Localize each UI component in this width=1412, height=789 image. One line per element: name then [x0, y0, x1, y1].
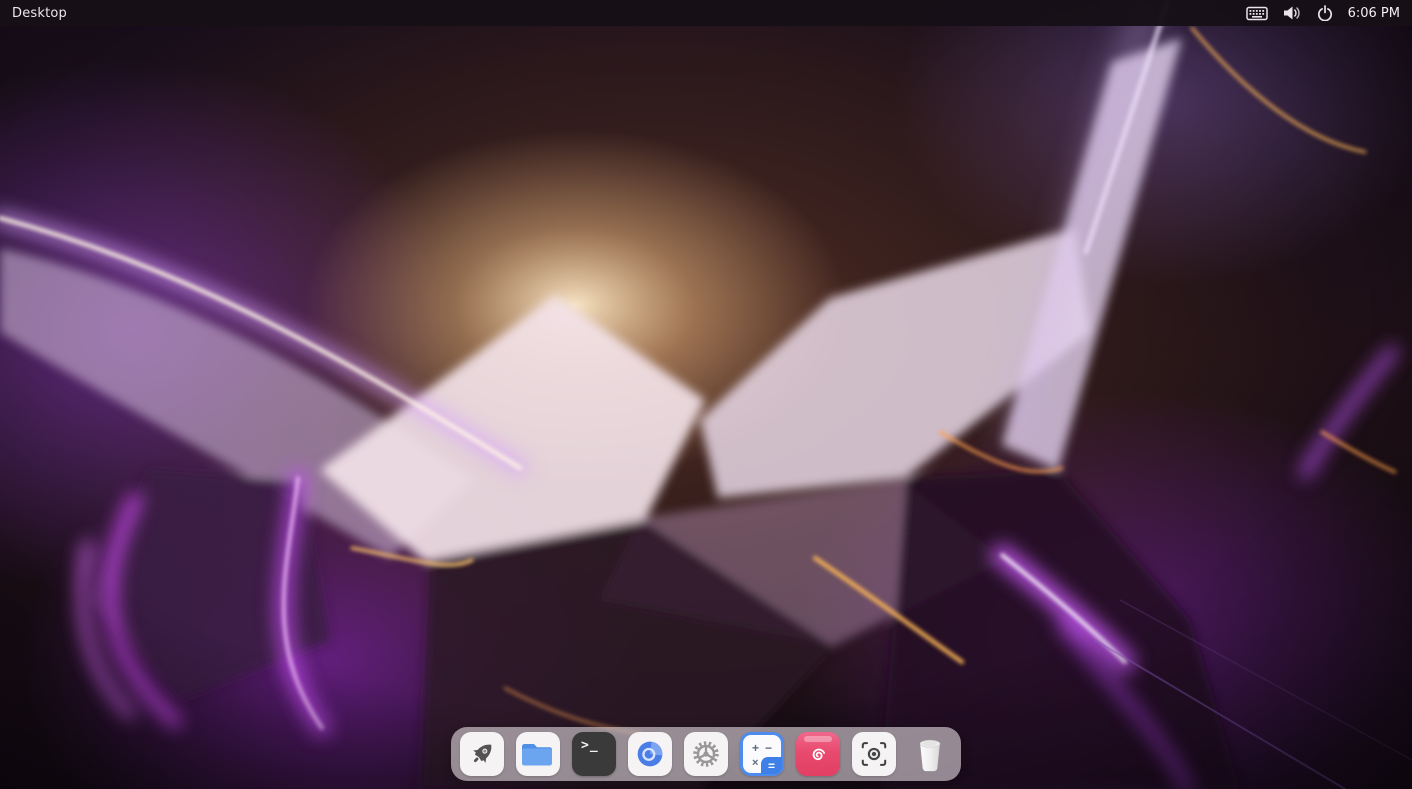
- calc-multiply-symbol: ×: [752, 758, 758, 769]
- dock-item-calculator[interactable]: + − × =: [740, 732, 784, 776]
- calc-minus-symbol: −: [765, 742, 772, 754]
- calc-plus-symbol: +: [752, 742, 759, 754]
- trash-icon: [912, 734, 948, 774]
- camera-viewfinder-icon: [857, 737, 891, 771]
- dock-item-screenshot[interactable]: [852, 732, 896, 776]
- status-tray: 6:06 PM: [1246, 5, 1400, 21]
- desktop-wallpaper: [0, 0, 1412, 789]
- dock-item-trash[interactable]: [908, 732, 952, 776]
- folder-icon: [521, 739, 555, 769]
- clock[interactable]: 6:06 PM: [1348, 6, 1400, 21]
- keyboard-indicator-icon[interactable]: [1246, 5, 1268, 21]
- top-panel: Desktop: [0, 0, 1412, 26]
- power-icon[interactable]: [1317, 5, 1333, 21]
- dock-item-launcher[interactable]: [460, 732, 504, 776]
- gloss-highlight: [804, 736, 832, 742]
- dock-item-files[interactable]: [516, 732, 560, 776]
- dock-item-settings[interactable]: [684, 732, 728, 776]
- wallpaper-art: [0, 0, 1412, 789]
- volume-icon[interactable]: [1283, 5, 1302, 21]
- dock: >_ +: [451, 727, 961, 781]
- dock-item-browser[interactable]: [628, 732, 672, 776]
- desktop-screen: Desktop: [0, 0, 1412, 789]
- dock-item-software[interactable]: [796, 732, 840, 776]
- dock-item-terminal[interactable]: >_: [572, 732, 616, 776]
- calc-equals-chip: =: [761, 757, 782, 774]
- chromium-icon: [633, 737, 667, 771]
- gear-icon: [689, 737, 723, 771]
- rocket-icon: [467, 739, 497, 769]
- desktop-menu[interactable]: Desktop: [12, 6, 67, 21]
- terminal-icon: >_: [581, 738, 599, 753]
- calc-equals-symbol: =: [768, 759, 775, 773]
- calculator-icon: + − × =: [743, 735, 781, 773]
- debian-swirl-icon: [803, 739, 833, 769]
